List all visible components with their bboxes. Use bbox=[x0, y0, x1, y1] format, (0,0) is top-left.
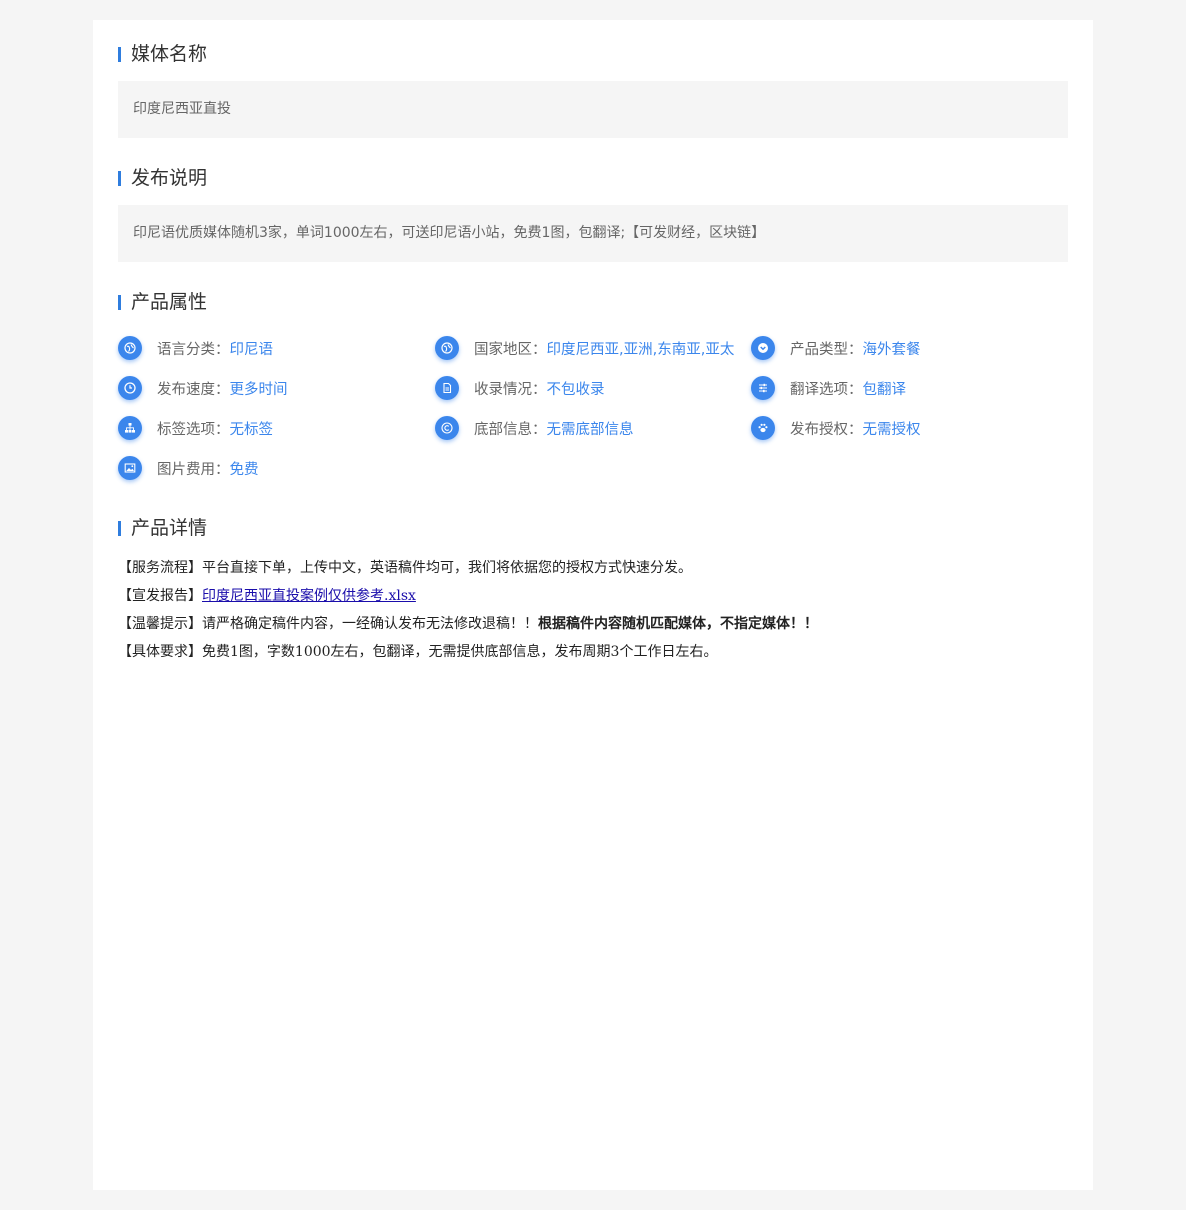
section-title-attributes: 产品属性 bbox=[118, 287, 207, 317]
detail-prefix: 【服务流程】 bbox=[118, 560, 202, 576]
sitemap-icon bbox=[118, 416, 142, 440]
attr-value: 无标签 bbox=[229, 421, 274, 438]
attr-region: 国家地区： 印度尼西亚,亚洲,东南亚,亚太 bbox=[435, 335, 734, 361]
attr-product-type: 产品类型： 海外套餐 bbox=[751, 335, 921, 361]
attr-label: 标签选项： bbox=[157, 421, 230, 438]
chevron-down-icon bbox=[751, 336, 775, 360]
media-name-box: 印度尼西亚直投 bbox=[118, 81, 1068, 138]
image-icon bbox=[118, 456, 142, 480]
detail-prefix: 【宣发报告】 bbox=[118, 588, 202, 604]
attr-label: 翻译选项： bbox=[790, 381, 863, 398]
detail-prefix: 【具体要求】 bbox=[118, 644, 202, 660]
detail-text: 平台直接下单，上传中文，英语稿件均可，我们将依据您的授权方式快速分发。 bbox=[202, 560, 692, 576]
attr-label: 产品类型： bbox=[790, 341, 863, 358]
attr-label: 底部信息： bbox=[474, 421, 547, 438]
section-title-publish-desc: 发布说明 bbox=[118, 163, 207, 193]
attr-value: 印尼语 bbox=[229, 341, 274, 358]
sliders-icon bbox=[751, 376, 775, 400]
attr-value: 海外套餐 bbox=[862, 341, 921, 358]
attr-label: 图片费用： bbox=[157, 461, 230, 478]
globe-icon bbox=[118, 336, 142, 360]
clock-icon bbox=[118, 376, 142, 400]
attr-label: 国家地区： bbox=[474, 341, 547, 358]
copyright-icon bbox=[435, 416, 459, 440]
attr-authorization: 发布授权： 无需授权 bbox=[751, 415, 921, 441]
publish-desc-box: 印尼语优质媒体随机3家，单词1000左右，可送印尼语小站，免费1图，包翻译;【可… bbox=[118, 205, 1068, 262]
detail-service-line: 【服务流程】平台直接下单，上传中文，英语稿件均可，我们将依据您的授权方式快速分发… bbox=[118, 554, 1068, 582]
detail-text: 免费1图，字数1000左右，包翻译，无需提供底部信息，发布周期3个工作日左右。 bbox=[202, 644, 718, 660]
attr-footer-info: 底部信息： 无需底部信息 bbox=[435, 415, 634, 441]
attr-value: 更多时间 bbox=[229, 381, 288, 398]
globe-icon bbox=[435, 336, 459, 360]
attr-label: 收录情况： bbox=[474, 381, 547, 398]
attr-indexing: 收录情况： 不包收录 bbox=[435, 375, 605, 401]
attr-tags: 标签选项： 无标签 bbox=[118, 415, 273, 441]
attr-label: 发布速度： bbox=[157, 381, 230, 398]
detail-tip-line: 【温馨提示】请严格确定稿件内容，一经确认发布无法修改退稿！！根据稿件内容随机匹配… bbox=[118, 610, 1068, 638]
detail-prefix: 【温馨提示】 bbox=[118, 616, 202, 632]
attr-value: 无需底部信息 bbox=[546, 421, 634, 438]
report-download-link[interactable]: 印度尼西亚直投案例仅供参考.xlsx bbox=[202, 588, 416, 604]
attr-value: 无需授权 bbox=[862, 421, 921, 438]
attr-translation: 翻译选项： 包翻译 bbox=[751, 375, 906, 401]
detail-report-line: 【宣发报告】印度尼西亚直投案例仅供参考.xlsx bbox=[118, 582, 1068, 610]
attr-label: 语言分类： bbox=[157, 341, 230, 358]
detail-bold-warning: 根据稿件内容随机匹配媒体，不指定媒体！！ bbox=[538, 616, 818, 632]
detail-requirement-line: 【具体要求】免费1图，字数1000左右，包翻译，无需提供底部信息，发布周期3个工… bbox=[118, 638, 1068, 666]
attr-value: 不包收录 bbox=[546, 381, 605, 398]
attr-label: 发布授权： bbox=[790, 421, 863, 438]
attr-value: 包翻译 bbox=[862, 381, 907, 398]
section-title-media-name: 媒体名称 bbox=[118, 39, 207, 69]
attr-language: 语言分类： 印尼语 bbox=[118, 335, 273, 361]
product-detail-panel: 媒体名称 印度尼西亚直投 发布说明 印尼语优质媒体随机3家，单词1000左右，可… bbox=[93, 20, 1093, 1190]
paw-icon bbox=[751, 416, 775, 440]
detail-text: 请严格确定稿件内容，一经确认发布无法修改退稿！！ bbox=[202, 616, 538, 632]
attr-image-fee: 图片费用： 免费 bbox=[118, 455, 259, 481]
attr-value: 印度尼西亚,亚洲,东南亚,亚太 bbox=[546, 341, 735, 358]
section-title-details: 产品详情 bbox=[118, 513, 207, 543]
document-icon bbox=[435, 376, 459, 400]
attr-publish-speed: 发布速度： 更多时间 bbox=[118, 375, 288, 401]
attr-value: 免费 bbox=[229, 461, 259, 478]
